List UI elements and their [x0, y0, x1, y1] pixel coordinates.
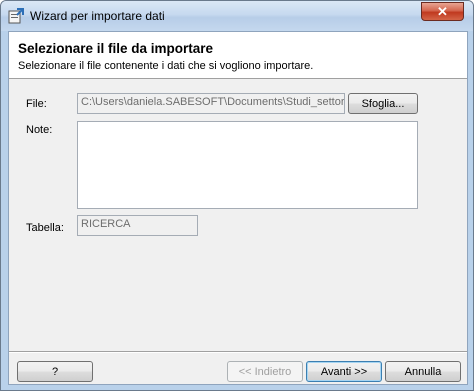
- help-button-label: ?: [51, 365, 59, 378]
- file-path-field[interactable]: C:\Users\daniela.SABESOFT\Documents\Stud…: [77, 93, 345, 114]
- table-field[interactable]: RICERCA: [77, 215, 198, 236]
- back-button[interactable]: << Indietro: [227, 361, 303, 382]
- wizard-window: Wizard per importare dati ✕ Selezionare …: [0, 0, 474, 391]
- footer-separator: [9, 351, 467, 353]
- browse-button-label: Sfoglia...: [361, 97, 405, 110]
- window-title: Wizard per importare dati: [30, 9, 165, 23]
- step-subtitle: Selezionare il file contenente i dati ch…: [18, 60, 314, 72]
- help-button[interactable]: ?: [17, 361, 93, 382]
- browse-button[interactable]: Sfoglia...: [348, 93, 418, 114]
- note-label: Note:: [26, 124, 53, 136]
- next-button-label: Avanti >>: [320, 365, 368, 378]
- close-icon: ✕: [437, 3, 448, 19]
- next-button[interactable]: Avanti >>: [306, 361, 382, 382]
- close-button[interactable]: ✕: [421, 2, 464, 21]
- title-bar[interactable]: Wizard per importare dati ✕: [1, 1, 473, 31]
- step-title: Selezionare il file da importare: [18, 41, 214, 56]
- cancel-button-label: Annulla: [404, 365, 442, 378]
- cancel-button[interactable]: Annulla: [385, 361, 461, 382]
- wizard-header: Selezionare il file da importare Selezio…: [9, 32, 467, 79]
- note-textarea[interactable]: [77, 121, 418, 209]
- file-label: File:: [26, 98, 47, 110]
- wizard-app-icon: [8, 8, 24, 24]
- wizard-client-area: Selezionare il file da importare Selezio…: [8, 31, 468, 385]
- back-button-label: << Indietro: [238, 365, 292, 378]
- table-label: Tabella:: [26, 222, 64, 234]
